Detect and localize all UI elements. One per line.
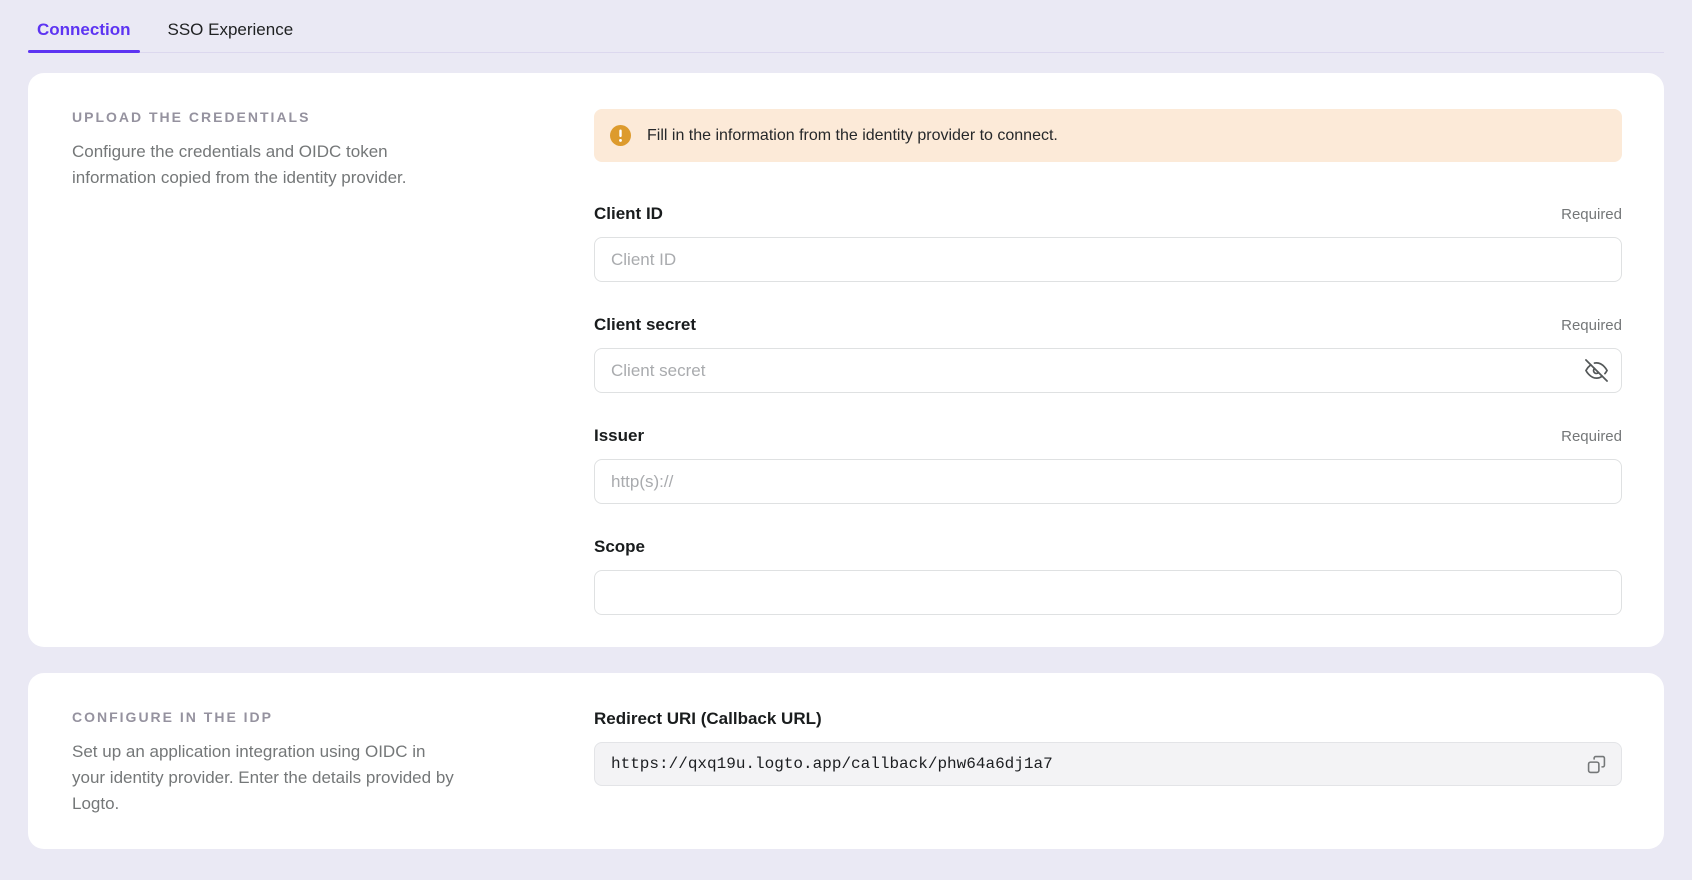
redirect-uri-value: https://qxq19u.logto.app/callback/phw64a…: [611, 755, 1581, 773]
input-wrap: [594, 459, 1622, 504]
credentials-card-info: UPLOAD THE CREDENTIALS Configure the cre…: [72, 109, 484, 615]
eye-off-icon[interactable]: [1583, 358, 1609, 384]
section-description: Configure the credentials and OIDC token…: [72, 139, 484, 191]
input-wrap: [594, 570, 1622, 615]
alert-circle-icon: [610, 125, 631, 146]
field-issuer: Issuer Required: [594, 426, 1622, 504]
description-line: Configure the credentials and OIDC token: [72, 139, 484, 165]
section-description: Set up an application integration using …: [72, 739, 484, 817]
info-banner: Fill in the information from the identit…: [594, 109, 1622, 162]
tab-bar: Connection SSO Experience: [28, 0, 1664, 53]
redirect-uri-label: Redirect URI (Callback URL): [594, 709, 1622, 729]
section-title: UPLOAD THE CREDENTIALS: [72, 109, 484, 125]
description-line: Logto.: [72, 791, 484, 817]
scope-input[interactable]: [594, 570, 1622, 615]
field-label: Client secret: [594, 315, 696, 335]
credentials-form: Fill in the information from the identit…: [594, 109, 1622, 615]
client-secret-input[interactable]: [594, 348, 1622, 393]
field-head: Client secret Required: [594, 315, 1622, 335]
redirect-uri-field: https://qxq19u.logto.app/callback/phw64a…: [594, 742, 1622, 786]
redirect-uri-section: Redirect URI (Callback URL) https://qxq1…: [594, 709, 1622, 817]
description-line: information copied from the identity pro…: [72, 165, 484, 191]
tab-connection[interactable]: Connection: [28, 18, 140, 52]
field-label: Client ID: [594, 204, 663, 224]
sso-connector-page: Connection SSO Experience UPLOAD THE CRE…: [0, 0, 1692, 849]
section-title: CONFIGURE IN THE IDP: [72, 709, 484, 725]
input-wrap: [594, 237, 1622, 282]
copy-icon[interactable]: [1581, 749, 1611, 779]
tab-sso-experience[interactable]: SSO Experience: [159, 18, 303, 52]
idp-card-info: CONFIGURE IN THE IDP Set up an applicati…: [72, 709, 484, 817]
field-client-id: Client ID Required: [594, 204, 1622, 282]
required-badge: Required: [1561, 206, 1622, 223]
client-id-input[interactable]: [594, 237, 1622, 282]
field-scope: Scope: [594, 537, 1622, 615]
required-badge: Required: [1561, 428, 1622, 445]
credentials-card: UPLOAD THE CREDENTIALS Configure the cre…: [28, 73, 1664, 647]
field-label: Scope: [594, 537, 645, 557]
issuer-input[interactable]: [594, 459, 1622, 504]
idp-card: CONFIGURE IN THE IDP Set up an applicati…: [28, 673, 1664, 849]
field-head: Issuer Required: [594, 426, 1622, 446]
input-wrap: [594, 348, 1622, 393]
description-line: Set up an application integration using …: [72, 739, 484, 765]
field-label: Issuer: [594, 426, 644, 446]
field-head: Client ID Required: [594, 204, 1622, 224]
description-line: your identity provider. Enter the detail…: [72, 765, 484, 791]
required-badge: Required: [1561, 317, 1622, 334]
banner-text: Fill in the information from the identit…: [647, 127, 1058, 145]
field-client-secret: Client secret Required: [594, 315, 1622, 393]
field-head: Scope: [594, 537, 1622, 557]
